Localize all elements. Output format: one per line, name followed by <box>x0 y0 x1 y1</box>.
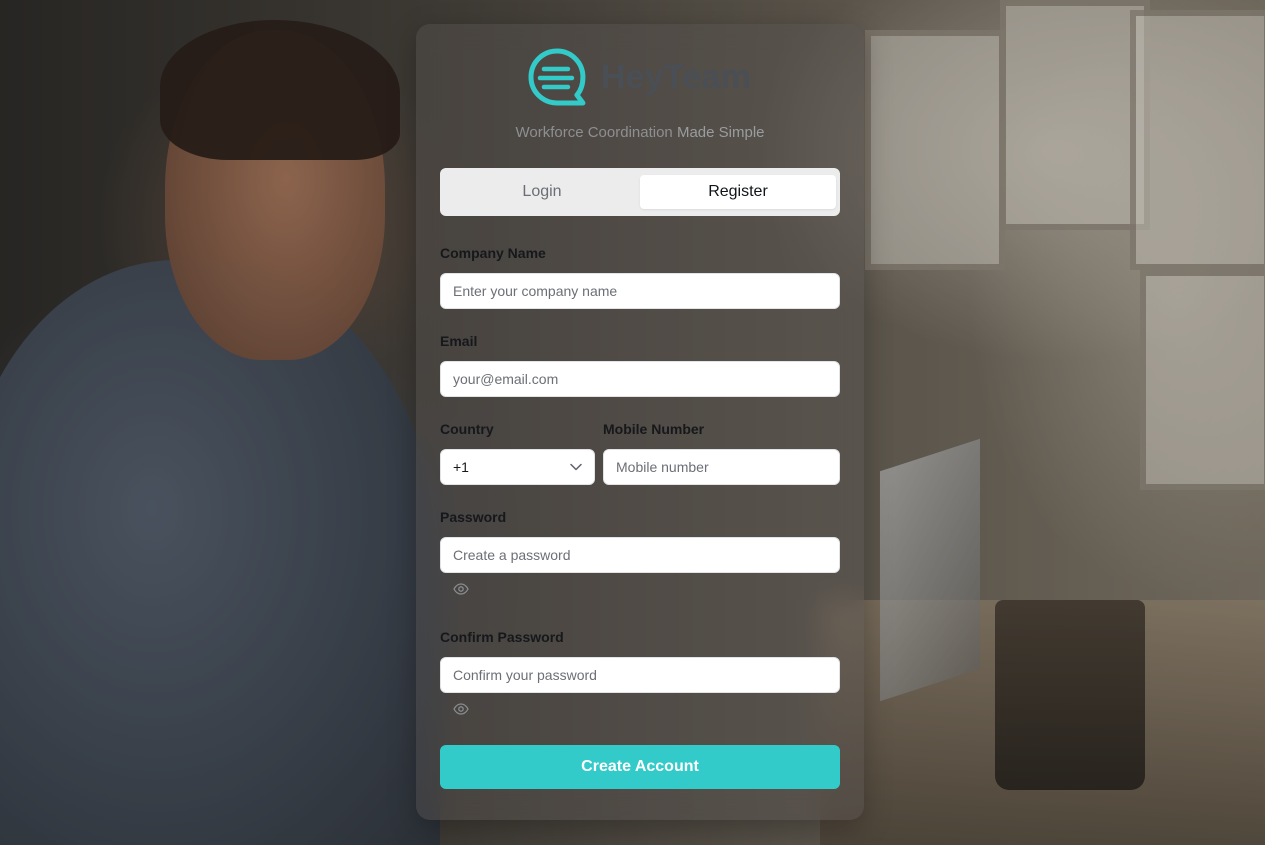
email-label: Email <box>440 333 478 349</box>
tab-register[interactable]: Register <box>640 175 836 209</box>
mobile-number-label: Mobile Number <box>603 421 705 437</box>
company-name-label: Company Name <box>440 245 546 261</box>
country-code-select[interactable]: +1 <box>440 449 595 485</box>
tagline-part-2: Made Simple <box>676 124 765 141</box>
tagline: Workforce Coordination Made Simple <box>416 124 864 141</box>
auth-tabs: Login Register <box>440 168 840 216</box>
company-name-input[interactable] <box>440 273 840 309</box>
confirm-password-input[interactable] <box>440 657 840 693</box>
mobile-number-input[interactable] <box>603 449 840 485</box>
brand-logo: HeyTeam <box>527 47 751 107</box>
email-input[interactable] <box>440 361 840 397</box>
country-label: Country <box>440 421 494 437</box>
chat-bubble-lines-icon <box>528 48 586 106</box>
confirm-password-label: Confirm Password <box>440 629 564 645</box>
tagline-part-1: Workforce Coordination <box>515 124 677 141</box>
tab-login[interactable]: Login <box>444 175 640 209</box>
password-label: Password <box>440 509 507 525</box>
chevron-down-icon <box>570 463 582 471</box>
password-visibility-toggle-eye-icon[interactable] <box>453 583 469 595</box>
brand-name: HeyTeam <box>600 57 751 96</box>
confirm-password-visibility-toggle-eye-icon[interactable] <box>453 703 469 715</box>
create-account-button[interactable]: Create Account <box>440 745 840 789</box>
country-code-value: +1 <box>453 459 469 475</box>
password-input[interactable] <box>440 537 840 573</box>
